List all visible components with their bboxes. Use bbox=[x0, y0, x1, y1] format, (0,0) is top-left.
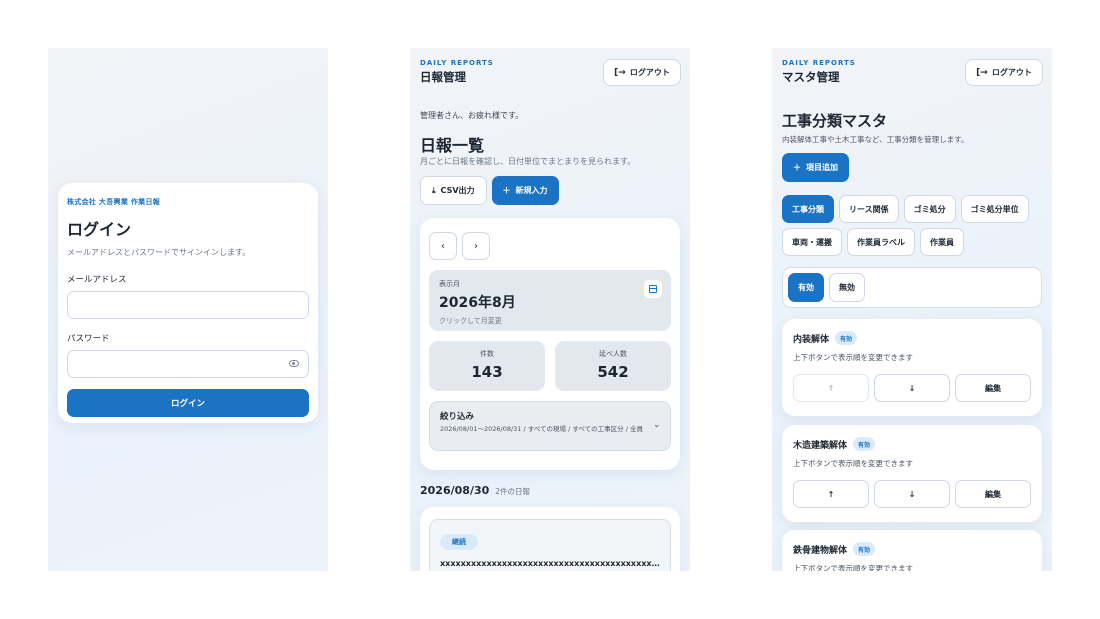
move-up-button[interactable]: ↑ bbox=[793, 480, 869, 508]
plus-icon: ＋ bbox=[502, 186, 511, 195]
app-header: DAILY REPORTS 日報管理 [→ ログアウト bbox=[410, 48, 690, 98]
page-subtitle: 内装解体工事や土木工事など、工事分類を管理します。 bbox=[782, 135, 969, 144]
move-up-button[interactable]: ↑ bbox=[793, 374, 869, 402]
tab-worker[interactable]: 作業員 bbox=[920, 228, 964, 256]
email-label: メールアドレス bbox=[67, 275, 127, 285]
login-card: 株式会社 大吾興業 作業日報 ログイン メールアドレスとパスワードでサインインし… bbox=[58, 183, 318, 423]
page-subtitle: 月ごとに日報を確認し、日付単位でまとまりを見られます。 bbox=[420, 157, 636, 166]
tab-waste[interactable]: ゴミ処分 bbox=[903, 195, 956, 223]
calendar-icon[interactable] bbox=[644, 280, 662, 298]
date-group-header: 2026/08/30 2件の日報 bbox=[420, 484, 530, 497]
filter-panel[interactable]: 絞り込み 2026/08/01〜2026/08/31 / すべての現場 / すべ… bbox=[429, 401, 671, 451]
tab-lease[interactable]: リース関係 bbox=[839, 195, 899, 223]
eye-icon[interactable] bbox=[289, 360, 299, 367]
item-hint: 上下ボタンで表示順を変更できます bbox=[793, 353, 913, 362]
stats-row: 件数 143 延べ人数 542 bbox=[429, 341, 671, 391]
page-title: 工事分類マスタ bbox=[782, 112, 888, 130]
password-field[interactable] bbox=[67, 350, 309, 378]
report-item[interactable]: 継続 xxxxxxxxxxxxxxxxxxxxxxxxxxxxxxxxxxxxx… bbox=[429, 519, 671, 571]
edit-button[interactable]: 編集 bbox=[955, 374, 1031, 402]
stat-value: 143 bbox=[471, 363, 503, 381]
download-icon: ⤓ bbox=[432, 185, 436, 195]
month-value: 2026年8月 bbox=[439, 295, 516, 311]
app-header: DAILY REPORTS マスタ管理 [→ ログアウト bbox=[772, 48, 1052, 98]
item-hint: 上下ボタンで表示順を変更できます bbox=[793, 459, 913, 468]
month-nav: ‹ › bbox=[429, 232, 671, 260]
master-screen: DAILY REPORTS マスタ管理 [→ ログアウト 工事分類マスタ 内装解… bbox=[772, 48, 1052, 571]
status-badge: 有効 bbox=[853, 542, 876, 556]
add-label: 項目追加 bbox=[806, 163, 838, 172]
csv-export-button[interactable]: ⤓ CSV出力 bbox=[420, 176, 487, 205]
stat-value: 542 bbox=[597, 363, 629, 381]
logout-icon: [→ bbox=[976, 67, 988, 78]
date-heading: 2026/08/30 bbox=[420, 484, 490, 497]
login-title: ログイン bbox=[67, 220, 132, 239]
logout-button[interactable]: [→ ログアウト bbox=[603, 59, 681, 86]
stat-people: 延べ人数 542 bbox=[555, 341, 671, 391]
email-field[interactable] bbox=[67, 291, 309, 319]
tab-worker-label[interactable]: 作業員ラベル bbox=[847, 228, 915, 256]
stat-label: 延べ人数 bbox=[599, 350, 627, 358]
next-month-button[interactable]: › bbox=[462, 232, 490, 260]
logout-icon: [→ bbox=[614, 67, 626, 78]
list-item: 鉄骨建物解体 有効 上下ボタンで表示順を変更できます bbox=[782, 530, 1042, 571]
status-badge: 継続 bbox=[440, 534, 478, 550]
move-down-button[interactable]: ↓ bbox=[874, 374, 950, 402]
filter-description: 2026/08/01〜2026/08/31 / すべての現場 / すべての工事区… bbox=[440, 425, 643, 433]
status-filter: 有効 無効 bbox=[782, 267, 1042, 308]
tab-inactive[interactable]: 無効 bbox=[829, 273, 865, 302]
edit-button[interactable]: 編集 bbox=[955, 480, 1031, 508]
list-item: 木造建築解体 有効 上下ボタンで表示順を変更できます ↑ ↓ 編集 bbox=[782, 425, 1042, 522]
tab-construction-type[interactable]: 工事分類 bbox=[782, 195, 834, 223]
prev-month-button[interactable]: ‹ bbox=[429, 232, 457, 260]
login-button[interactable]: ログイン bbox=[67, 389, 309, 417]
logout-label: ログアウト bbox=[991, 68, 1032, 77]
report-title: xxxxxxxxxxxxxxxxxxxxxxxxxxxxxxxxxxxxxxxx… bbox=[440, 559, 660, 568]
reports-screen: DAILY REPORTS 日報管理 [→ ログアウト 管理者さん、お疲れ様です… bbox=[410, 48, 690, 571]
login-screen: 株式会社 大吾興業 作業日報 ログイン メールアドレスとパスワードでサインインし… bbox=[48, 48, 328, 571]
summary-card: ‹ › 表示月 2026年8月 クリックして月変更 件数 143 延べ人数 54… bbox=[420, 218, 680, 470]
add-item-button[interactable]: ＋ 項目追加 bbox=[782, 153, 849, 182]
move-down-button[interactable]: ↓ bbox=[874, 480, 950, 508]
item-name: 木造建築解体 bbox=[793, 440, 848, 451]
item-name: 内装解体 bbox=[793, 334, 830, 345]
logout-label: ログアウト bbox=[629, 68, 670, 77]
report-list: 継続 xxxxxxxxxxxxxxxxxxxxxxxxxxxxxxxxxxxxx… bbox=[420, 507, 680, 571]
month-selector[interactable]: 表示月 2026年8月 クリックして月変更 bbox=[429, 270, 671, 331]
month-label: 表示月 bbox=[439, 280, 460, 288]
new-entry-button[interactable]: ＋ 新規入力 bbox=[491, 176, 559, 205]
item-hint: 上下ボタンで表示順を変更できます bbox=[793, 564, 913, 571]
list-item: 内装解体 有効 上下ボタンで表示順を変更できます ↑ ↓ 編集 bbox=[782, 319, 1042, 416]
item-name: 鉄骨建物解体 bbox=[793, 545, 848, 556]
action-row: ⤓ CSV出力 ＋ 新規入力 bbox=[420, 176, 559, 205]
date-count: 2件の日報 bbox=[495, 487, 531, 496]
stat-count: 件数 143 bbox=[429, 341, 545, 391]
tab-waste-unit[interactable]: ゴミ処分単位 bbox=[960, 195, 1029, 223]
category-tabs: 工事分類 リース関係 ゴミ処分 ゴミ処分単位 車両・運搬 作業員ラベル 作業員 bbox=[782, 195, 1044, 256]
login-subtitle: メールアドレスとパスワードでサインインします。 bbox=[67, 248, 251, 257]
filter-title: 絞り込み bbox=[440, 412, 475, 422]
company-brand: 株式会社 大吾興業 作業日報 bbox=[67, 198, 161, 206]
status-badge: 有効 bbox=[853, 437, 876, 451]
greeting: 管理者さん、お疲れ様です。 bbox=[420, 111, 524, 120]
csv-label: CSV出力 bbox=[440, 186, 475, 195]
status-badge: 有効 bbox=[835, 331, 858, 345]
month-hint: クリックして月変更 bbox=[439, 317, 502, 325]
new-label: 新規入力 bbox=[515, 186, 548, 195]
page-title: 日報一覧 bbox=[420, 136, 485, 155]
plus-icon: ＋ bbox=[793, 163, 801, 172]
tab-vehicle[interactable]: 車両・運搬 bbox=[782, 228, 842, 256]
tab-active[interactable]: 有効 bbox=[788, 273, 824, 302]
password-label: パスワード bbox=[67, 334, 110, 344]
chevron-down-icon: ⌄ bbox=[653, 420, 660, 429]
logout-button[interactable]: [→ ログアウト bbox=[965, 59, 1043, 86]
stat-label: 件数 bbox=[480, 350, 494, 358]
